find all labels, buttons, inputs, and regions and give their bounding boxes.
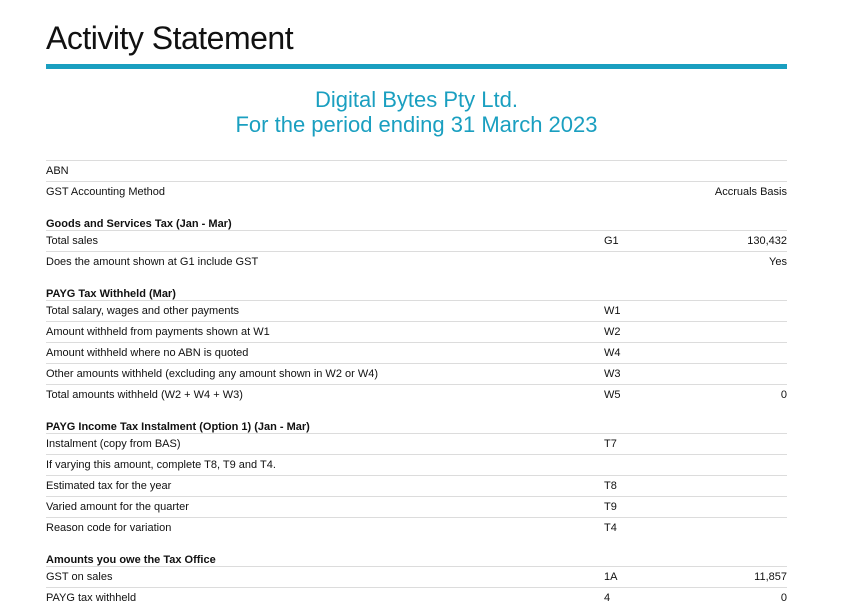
row-code: 1A: [604, 571, 618, 583]
section-title: PAYG Tax Withheld (Mar): [46, 287, 176, 300]
row-label: PAYG tax withheld: [46, 592, 137, 604]
row-label: If varying this amount, complete T8, T9 …: [46, 459, 276, 471]
row-code: W1: [604, 305, 621, 317]
table-row: Total salary, wages and other payments W1: [46, 300, 787, 321]
row-value: 130,432: [747, 235, 787, 247]
table-row: PAYG tax withheld 4 0: [46, 587, 787, 608]
period-label: For the period ending 31 March 2023: [235, 112, 598, 137]
row-label: Amount withheld where no ABN is quoted: [46, 347, 249, 359]
row-label: Total amounts withheld (W2 + W4 + W3): [46, 389, 243, 401]
row-code: T8: [604, 480, 617, 492]
row-code: T4: [604, 522, 617, 534]
page-title: Activity Statement: [46, 20, 294, 56]
table-row: Varied amount for the quarter T9: [46, 496, 787, 517]
table-row: Estimated tax for the year T8: [46, 475, 787, 496]
statement-table: ABN GST Accounting Method Accruals Basis Go…: [46, 160, 787, 608]
company-name: Digital Bytes Pty Ltd.: [315, 87, 518, 112]
row-code: T7: [604, 438, 617, 450]
table-row: Total amounts withheld (W2 + W4 + W3) W5 0: [46, 384, 787, 405]
table-row: ABN: [46, 160, 787, 181]
table-row: Amount withheld from payments shown at W…: [46, 321, 787, 342]
row-code: W5: [604, 389, 621, 401]
row-code: T9: [604, 501, 617, 513]
row-label: GST Accounting Method: [46, 186, 166, 198]
section-heading: Goods and Services Tax (Jan - Mar): [46, 202, 787, 230]
row-label: Instalment (copy from BAS): [46, 438, 181, 450]
row-label: GST on sales: [46, 571, 113, 583]
section-title: Goods and Services Tax (Jan - Mar): [46, 217, 232, 230]
row-code: G1: [604, 235, 619, 247]
title-divider: [46, 64, 787, 69]
row-code: W3: [604, 368, 621, 380]
row-value: 0: [780, 389, 787, 401]
row-code: 4: [604, 592, 611, 604]
table-row: Reason code for variation T4: [46, 517, 787, 538]
row-label: Does the amount shown at G1 include GST: [46, 256, 259, 268]
section-heading: Amounts you owe the Tax Office: [46, 538, 787, 566]
row-code: W4: [604, 347, 621, 359]
table-row: Amount withheld where no ABN is quoted W4: [46, 342, 787, 363]
row-label: Reason code for variation: [46, 522, 172, 534]
table-row: If varying this amount, complete T8, T9 …: [46, 454, 787, 475]
table-row: GST Accounting Method Accruals Basis: [46, 181, 787, 202]
table-row: Other amounts withheld (excluding any am…: [46, 363, 787, 384]
row-label: Other amounts withheld (excluding any am…: [46, 368, 378, 380]
row-label: Estimated tax for the year: [46, 480, 172, 492]
row-label: ABN: [46, 165, 69, 177]
row-label: Amount withheld from payments shown at W…: [46, 326, 270, 338]
row-label: Total salary, wages and other payments: [46, 305, 240, 317]
row-code: W2: [604, 326, 621, 338]
section-title: Amounts you owe the Tax Office: [46, 553, 216, 566]
section-heading: PAYG Tax Withheld (Mar): [46, 272, 787, 300]
section-title: PAYG Income Tax Instalment (Option 1) (J…: [46, 420, 310, 433]
row-value: 11,857: [754, 571, 787, 583]
row-value: Yes: [769, 256, 787, 268]
table-row: Instalment (copy from BAS) T7: [46, 433, 787, 454]
row-value: 0: [780, 592, 787, 604]
table-row: GST on sales 1A 11,857: [46, 566, 787, 587]
table-row: Total sales G1 130,432: [46, 230, 787, 251]
row-label: Varied amount for the quarter: [46, 501, 189, 513]
row-value: Accruals Basis: [714, 186, 787, 198]
table-row: Does the amount shown at G1 include GST Y…: [46, 251, 787, 272]
row-label: Total sales: [46, 235, 98, 247]
section-heading: PAYG Income Tax Instalment (Option 1) (J…: [46, 405, 787, 433]
